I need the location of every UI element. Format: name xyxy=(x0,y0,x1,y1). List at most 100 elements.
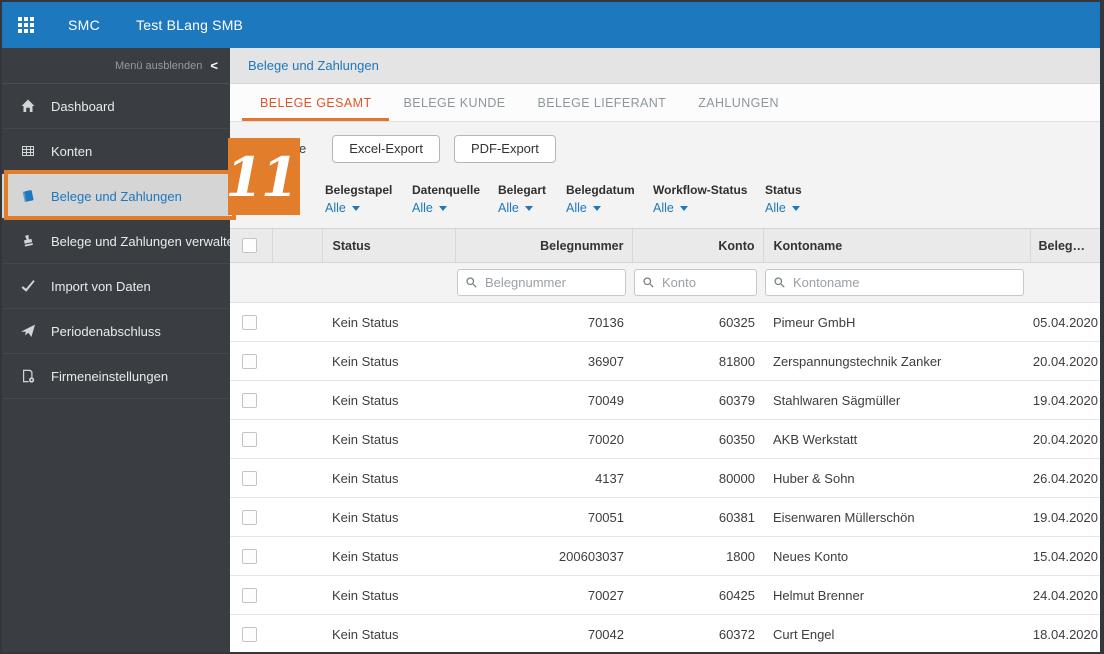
filter-belegdatum: Belegdatum Alle xyxy=(566,175,653,228)
header-kontoname[interactable]: Kontoname xyxy=(762,228,1030,263)
row-checkbox[interactable] xyxy=(242,627,257,643)
header-konto[interactable]: Konto xyxy=(631,228,763,263)
cell-belegdatum: 24.04.2020 xyxy=(1030,575,1100,615)
filter-dropdown[interactable]: Alle xyxy=(653,201,765,215)
sidebar-item-firmeneinstellungen[interactable]: Firmeneinstellungen xyxy=(2,354,230,399)
sidebar-item-label: Periodenabschluss xyxy=(51,323,161,339)
filter-label: Belegart xyxy=(498,183,547,197)
tab-belege-lieferant[interactable]: BELEGE LIEFERANT xyxy=(526,84,679,121)
filter-selected-value: Alle xyxy=(325,201,346,215)
chevron-left-icon[interactable]: < xyxy=(210,58,218,73)
product-name[interactable]: SMC xyxy=(68,17,100,33)
row-checkbox[interactable] xyxy=(242,354,257,370)
kontoname-search-input[interactable] xyxy=(765,269,1024,296)
obscured-button-fragment[interactable]: e xyxy=(299,141,306,156)
row-checkbox[interactable] xyxy=(242,315,257,331)
row-checkbox[interactable] xyxy=(242,471,257,487)
table-row[interactable]: Kein Status 200603037 1800 Neues Konto 1… xyxy=(230,536,1100,576)
cell-kontoname: Stahlwaren Sägmüller xyxy=(763,380,1030,420)
home-icon xyxy=(20,98,38,114)
filter-selected-value: Alle xyxy=(653,201,674,215)
sidebar-collapse-control[interactable]: Menü ausblenden < xyxy=(2,48,230,84)
sidebar-item-belege-und-zahlungen[interactable]: Belege und Zahlungen xyxy=(2,174,230,219)
row-checkbox[interactable] xyxy=(242,510,257,526)
cell-belegdatum: 18.04.2020 xyxy=(1030,614,1100,652)
table-icon xyxy=(20,143,38,159)
cell-kontoname: Eisenwaren Müllerschön xyxy=(763,497,1030,537)
tab-belege-gesamt[interactable]: BELEGE GESAMT xyxy=(241,84,390,121)
cell-belegdatum: 15.04.2020 xyxy=(1030,536,1100,576)
row-checkbox[interactable] xyxy=(242,588,257,604)
tab-bar: BELEGE GESAMT BELEGE KUNDE BELEGE LIEFER… xyxy=(230,84,1100,122)
sidebar-item-periodenabschluss[interactable]: Periodenabschluss xyxy=(2,309,230,354)
table-row[interactable]: Kein Status 70051 60381 Eisenwaren Mülle… xyxy=(230,497,1100,537)
cell-belegnummer: 200603037 xyxy=(455,536,632,576)
cell-status: Kein Status xyxy=(322,536,455,576)
tab-label: ZAHLUNGEN xyxy=(698,95,779,110)
sidebar-item-konten[interactable]: Konten xyxy=(2,129,230,174)
tab-label: BELEGE LIEFERANT xyxy=(537,95,667,110)
table-row[interactable]: Kein Status 70049 60379 Stahlwaren Sägmü… xyxy=(230,380,1100,420)
filter-dropdown[interactable]: Alle xyxy=(325,201,412,215)
cell-belegdatum: 20.04.2020 xyxy=(1030,419,1100,459)
cell-konto: 80000 xyxy=(632,458,763,498)
excel-export-button[interactable]: Excel-Export xyxy=(332,134,440,163)
table-header-row: Status Belegnummer Konto Kontoname Beleg… xyxy=(230,228,1100,263)
filter-label: Belegdatum xyxy=(566,183,635,197)
table-row[interactable]: Kein Status 70020 60350 AKB Werkstatt 20… xyxy=(230,419,1100,459)
table-row[interactable]: Kein Status 70136 60325 Pimeur GmbH 05.0… xyxy=(230,302,1100,342)
sidebar-item-import-von-daten[interactable]: Import von Daten xyxy=(2,264,230,309)
top-app-bar: SMC Test BLang SMB xyxy=(2,2,1100,48)
table-row[interactable]: Kein Status 70027 60425 Helmut Brenner 2… xyxy=(230,575,1100,615)
header-belegdatum-truncated[interactable]: Beleg… xyxy=(1029,228,1100,263)
filter-dropdown[interactable]: Alle xyxy=(765,201,835,215)
filter-belegart: Belegart Alle xyxy=(498,175,566,228)
sidebar: Menü ausblenden < Dashboard Konten Beleg… xyxy=(2,48,241,652)
cell-konto: 60425 xyxy=(632,575,763,615)
table-row[interactable]: Kein Status 36907 81800 Zerspannungstech… xyxy=(230,341,1100,381)
tab-label: BELEGE KUNDE xyxy=(403,95,506,110)
filter-datenquelle: Datenquelle Alle xyxy=(412,175,498,228)
sidebar-item-belege-und-zahlungen-verwalten[interactable]: Belege und Zahlungen verwalten xyxy=(2,219,241,264)
app-launcher-grid-icon[interactable] xyxy=(18,17,34,33)
filter-dropdown[interactable]: Alle xyxy=(566,201,653,215)
filter-workflow-status: Workflow-Status Alle xyxy=(653,175,765,228)
company-name: Test BLang SMB xyxy=(136,17,244,33)
sidebar-item-label: Belege und Zahlungen xyxy=(51,188,182,204)
cell-status: Kein Status xyxy=(322,458,455,498)
cell-status: Kein Status xyxy=(322,341,455,381)
tab-zahlungen[interactable]: ZAHLUNGEN xyxy=(686,84,791,121)
filter-status: Status Alle xyxy=(765,175,835,228)
cell-status: Kein Status xyxy=(322,575,455,615)
import-check-icon xyxy=(20,278,38,294)
cell-konto: 1800 xyxy=(632,536,763,576)
row-checkbox[interactable] xyxy=(242,549,257,565)
sidebar-item-dashboard[interactable]: Dashboard xyxy=(2,84,230,129)
chevron-down-icon xyxy=(791,205,800,211)
sidebar-item-label: Import von Daten xyxy=(51,278,151,294)
cell-status: Kein Status xyxy=(322,614,455,652)
row-checkbox[interactable] xyxy=(242,393,257,409)
filter-bar: Belegstapel Alle Datenquelle Alle Belega… xyxy=(230,175,1100,228)
toolbar: e Excel-Export PDF-Export xyxy=(230,122,1100,175)
table-row[interactable]: Kein Status 4137 80000 Huber & Sohn 26.0… xyxy=(230,458,1100,498)
cell-kontoname: Pimeur GmbH xyxy=(763,302,1030,342)
select-all-checkbox[interactable] xyxy=(242,238,257,254)
cell-kontoname: Helmut Brenner xyxy=(763,575,1030,615)
chevron-down-icon xyxy=(438,205,447,211)
row-checkbox[interactable] xyxy=(242,432,257,448)
stamp-icon xyxy=(20,233,38,249)
filter-dropdown[interactable]: Alle xyxy=(412,201,498,215)
header-belegnummer[interactable]: Belegnummer xyxy=(454,228,632,263)
table-row[interactable]: Kein Status 70042 60372 Curt Engel 18.04… xyxy=(230,614,1100,652)
filter-dropdown[interactable]: Alle xyxy=(498,201,566,215)
collapse-menu-label: Menü ausblenden xyxy=(114,59,203,72)
table-search-row xyxy=(230,262,1100,303)
cell-konto: 60350 xyxy=(632,419,763,459)
cell-belegdatum: 19.04.2020 xyxy=(1030,380,1100,420)
belegnummer-search-input[interactable] xyxy=(457,269,626,296)
pdf-export-button[interactable]: PDF-Export xyxy=(453,134,556,163)
header-status[interactable]: Status xyxy=(321,228,455,263)
tab-belege-kunde[interactable]: BELEGE KUNDE xyxy=(391,84,517,121)
chevron-down-icon xyxy=(524,205,533,211)
